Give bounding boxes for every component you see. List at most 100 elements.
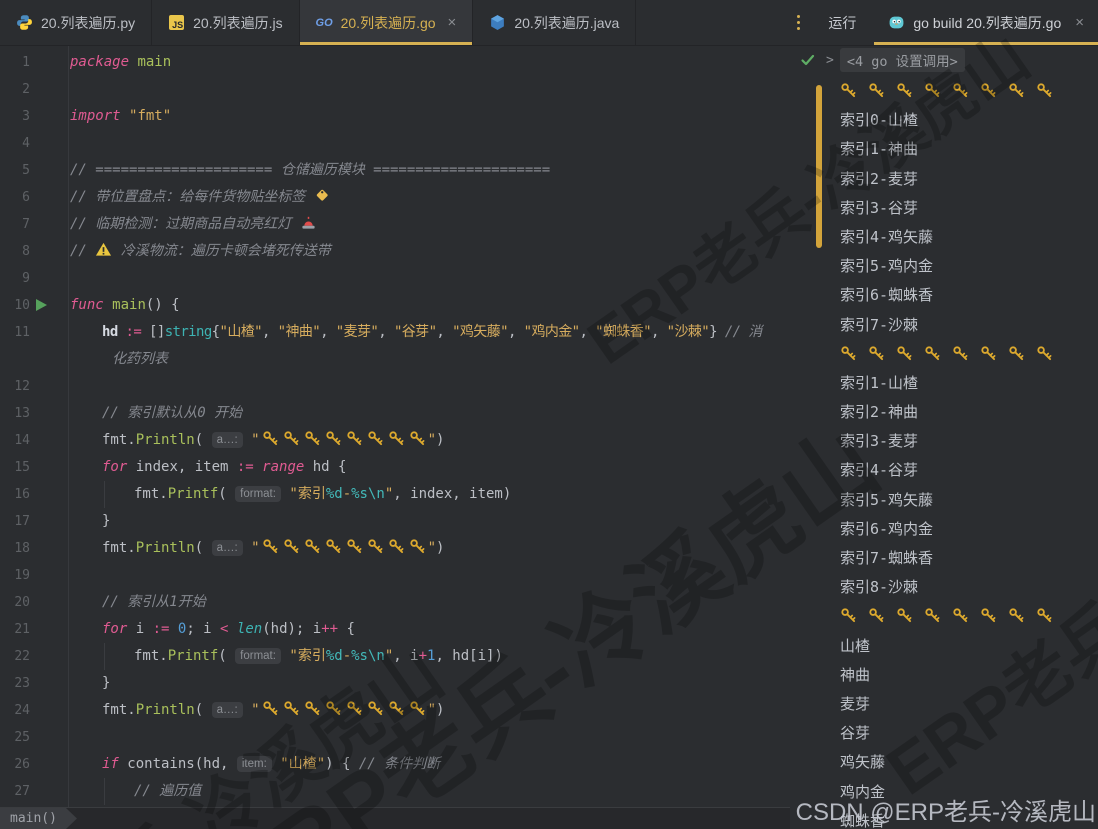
code-line[interactable]: 27// 遍历值	[0, 778, 790, 805]
gutter[interactable]	[30, 643, 68, 670]
line-number[interactable]: 19	[0, 562, 30, 589]
line-number[interactable]: 4	[0, 130, 30, 157]
code-line[interactable]: 25	[0, 724, 790, 751]
code-line[interactable]: 11hd := []string{"山楂", "神曲", "麦芽", "谷芽",…	[0, 319, 790, 346]
code-line[interactable]: 26if contains(hd, item: "山楂") { // 条件判断	[0, 751, 790, 778]
line-number[interactable]: 17	[0, 508, 30, 535]
line-number[interactable]: 3	[0, 103, 30, 130]
code-token: main	[137, 54, 171, 70]
line-number[interactable]: 21	[0, 616, 30, 643]
gutter[interactable]	[30, 751, 68, 778]
gutter[interactable]	[30, 724, 68, 751]
line-number[interactable]: 12	[0, 373, 30, 400]
code-line[interactable]: 8// 冷溪物流：遍历卡顿会堵死传送带	[0, 238, 790, 265]
code-line[interactable]: 22fmt.Printf( format: "索引%d-%s\n", i+1, …	[0, 643, 790, 670]
line-number[interactable]: 8	[0, 238, 30, 265]
gutter[interactable]	[30, 616, 68, 643]
tab-file-py[interactable]: 20.列表遍历.py	[0, 0, 152, 45]
tab-file-js[interactable]: JS 20.列表遍历.js	[152, 0, 299, 45]
line-number[interactable]: 11	[0, 319, 30, 346]
line-number[interactable]: 13	[0, 400, 30, 427]
gutter[interactable]	[30, 238, 68, 265]
line-number[interactable]: 26	[0, 751, 30, 778]
tab-run-console[interactable]: go build 20.列表遍历.go ×	[874, 0, 1098, 45]
line-number[interactable]: 23	[0, 670, 30, 697]
close-icon[interactable]: ×	[1075, 14, 1084, 31]
line-number[interactable]: 25	[0, 724, 30, 751]
breadcrumb[interactable]: main()	[0, 808, 77, 829]
code-line[interactable]: 24fmt.Println( a…: "")	[0, 697, 790, 724]
code-line[interactable]: 23}	[0, 670, 790, 697]
console-fold-bar[interactable]	[816, 85, 822, 248]
gutter[interactable]	[30, 49, 68, 76]
tab-file-go[interactable]: GO 20.列表遍历.go ×	[300, 0, 474, 45]
gutter[interactable]	[30, 292, 68, 319]
line-number[interactable]: 15	[0, 454, 30, 481]
gutter[interactable]	[30, 670, 68, 697]
gutter[interactable]	[30, 481, 68, 508]
code-line[interactable]: 17}	[0, 508, 790, 535]
line-number[interactable]: 27	[0, 778, 30, 805]
code-line[interactable]: 10func main() {	[0, 292, 790, 319]
code-line[interactable]: 15for index, item := range hd {	[0, 454, 790, 481]
gutter[interactable]	[30, 184, 68, 211]
gutter[interactable]	[30, 319, 68, 346]
code-line[interactable]: 16fmt.Printf( format: "索引%d-%s\n", index…	[0, 481, 790, 508]
gutter[interactable]	[30, 265, 68, 292]
line-number[interactable]: 14	[0, 427, 30, 454]
code-editor[interactable]: 1package main23import "fmt"45// ========…	[0, 45, 790, 829]
run-gutter-icon[interactable]	[36, 299, 47, 311]
code-line[interactable]: 21for i := 0; i < len(hd); i++ {	[0, 616, 790, 643]
line-number[interactable]: 1	[0, 49, 30, 76]
close-icon[interactable]: ×	[448, 15, 457, 30]
gutter[interactable]	[30, 373, 68, 400]
code-line[interactable]: 7// 临期检测：过期商品自动亮红灯	[0, 211, 790, 238]
code-line[interactable]: 1package main	[0, 49, 790, 76]
line-number[interactable]: 7	[0, 211, 30, 238]
code-line[interactable]: 20// 索引从1开始	[0, 589, 790, 616]
gutter[interactable]	[30, 427, 68, 454]
line-number[interactable]: 16	[0, 481, 30, 508]
code-line[interactable]: 3import "fmt"	[0, 103, 790, 130]
code-area[interactable]: 1package main23import "fmt"45// ========…	[0, 49, 790, 805]
gutter[interactable]	[30, 508, 68, 535]
gutter[interactable]	[30, 76, 68, 103]
line-number[interactable]: 22	[0, 643, 30, 670]
gutter[interactable]	[30, 400, 68, 427]
gutter[interactable]	[30, 589, 68, 616]
code-line[interactable]: 12	[0, 373, 790, 400]
code-line[interactable]: 化药列表	[0, 346, 790, 373]
gutter[interactable]	[30, 103, 68, 130]
gutter[interactable]	[30, 697, 68, 724]
gutter[interactable]	[30, 778, 68, 805]
line-number[interactable]: 2	[0, 76, 30, 103]
line-number[interactable]: 24	[0, 697, 30, 724]
code-line[interactable]: 19	[0, 562, 790, 589]
line-number[interactable]: 10	[0, 292, 30, 319]
console-command[interactable]: <4 go 设置调用>	[840, 48, 965, 72]
gutter[interactable]	[30, 130, 68, 157]
gutter[interactable]	[30, 562, 68, 589]
code-line[interactable]: 4	[0, 130, 790, 157]
code-line[interactable]: 13// 索引默认从0 开始	[0, 400, 790, 427]
code-line[interactable]: 2	[0, 76, 790, 103]
line-number[interactable]: 5	[0, 157, 30, 184]
line-number[interactable]: 9	[0, 265, 30, 292]
line-number[interactable]: 20	[0, 589, 30, 616]
code-line[interactable]: 14fmt.Println( a…: "")	[0, 427, 790, 454]
line-number[interactable]	[0, 346, 30, 373]
code-line[interactable]: 18fmt.Println( a…: "")	[0, 535, 790, 562]
gutter[interactable]	[30, 346, 68, 373]
gutter[interactable]	[30, 211, 68, 238]
run-tool-window-label[interactable]: 运行	[810, 0, 874, 45]
line-number[interactable]: 18	[0, 535, 30, 562]
code-line[interactable]: 9	[0, 265, 790, 292]
line-number[interactable]: 6	[0, 184, 30, 211]
kebab-menu-icon[interactable]	[787, 0, 810, 45]
gutter[interactable]	[30, 157, 68, 184]
gutter[interactable]	[30, 535, 68, 562]
code-line[interactable]: 5// ===================== 仓储遍历模块 =======…	[0, 157, 790, 184]
code-line[interactable]: 6// 带位置盘点：给每件货物贴坐标签	[0, 184, 790, 211]
gutter[interactable]	[30, 454, 68, 481]
tab-file-java[interactable]: 20.列表遍历.java	[473, 0, 636, 45]
